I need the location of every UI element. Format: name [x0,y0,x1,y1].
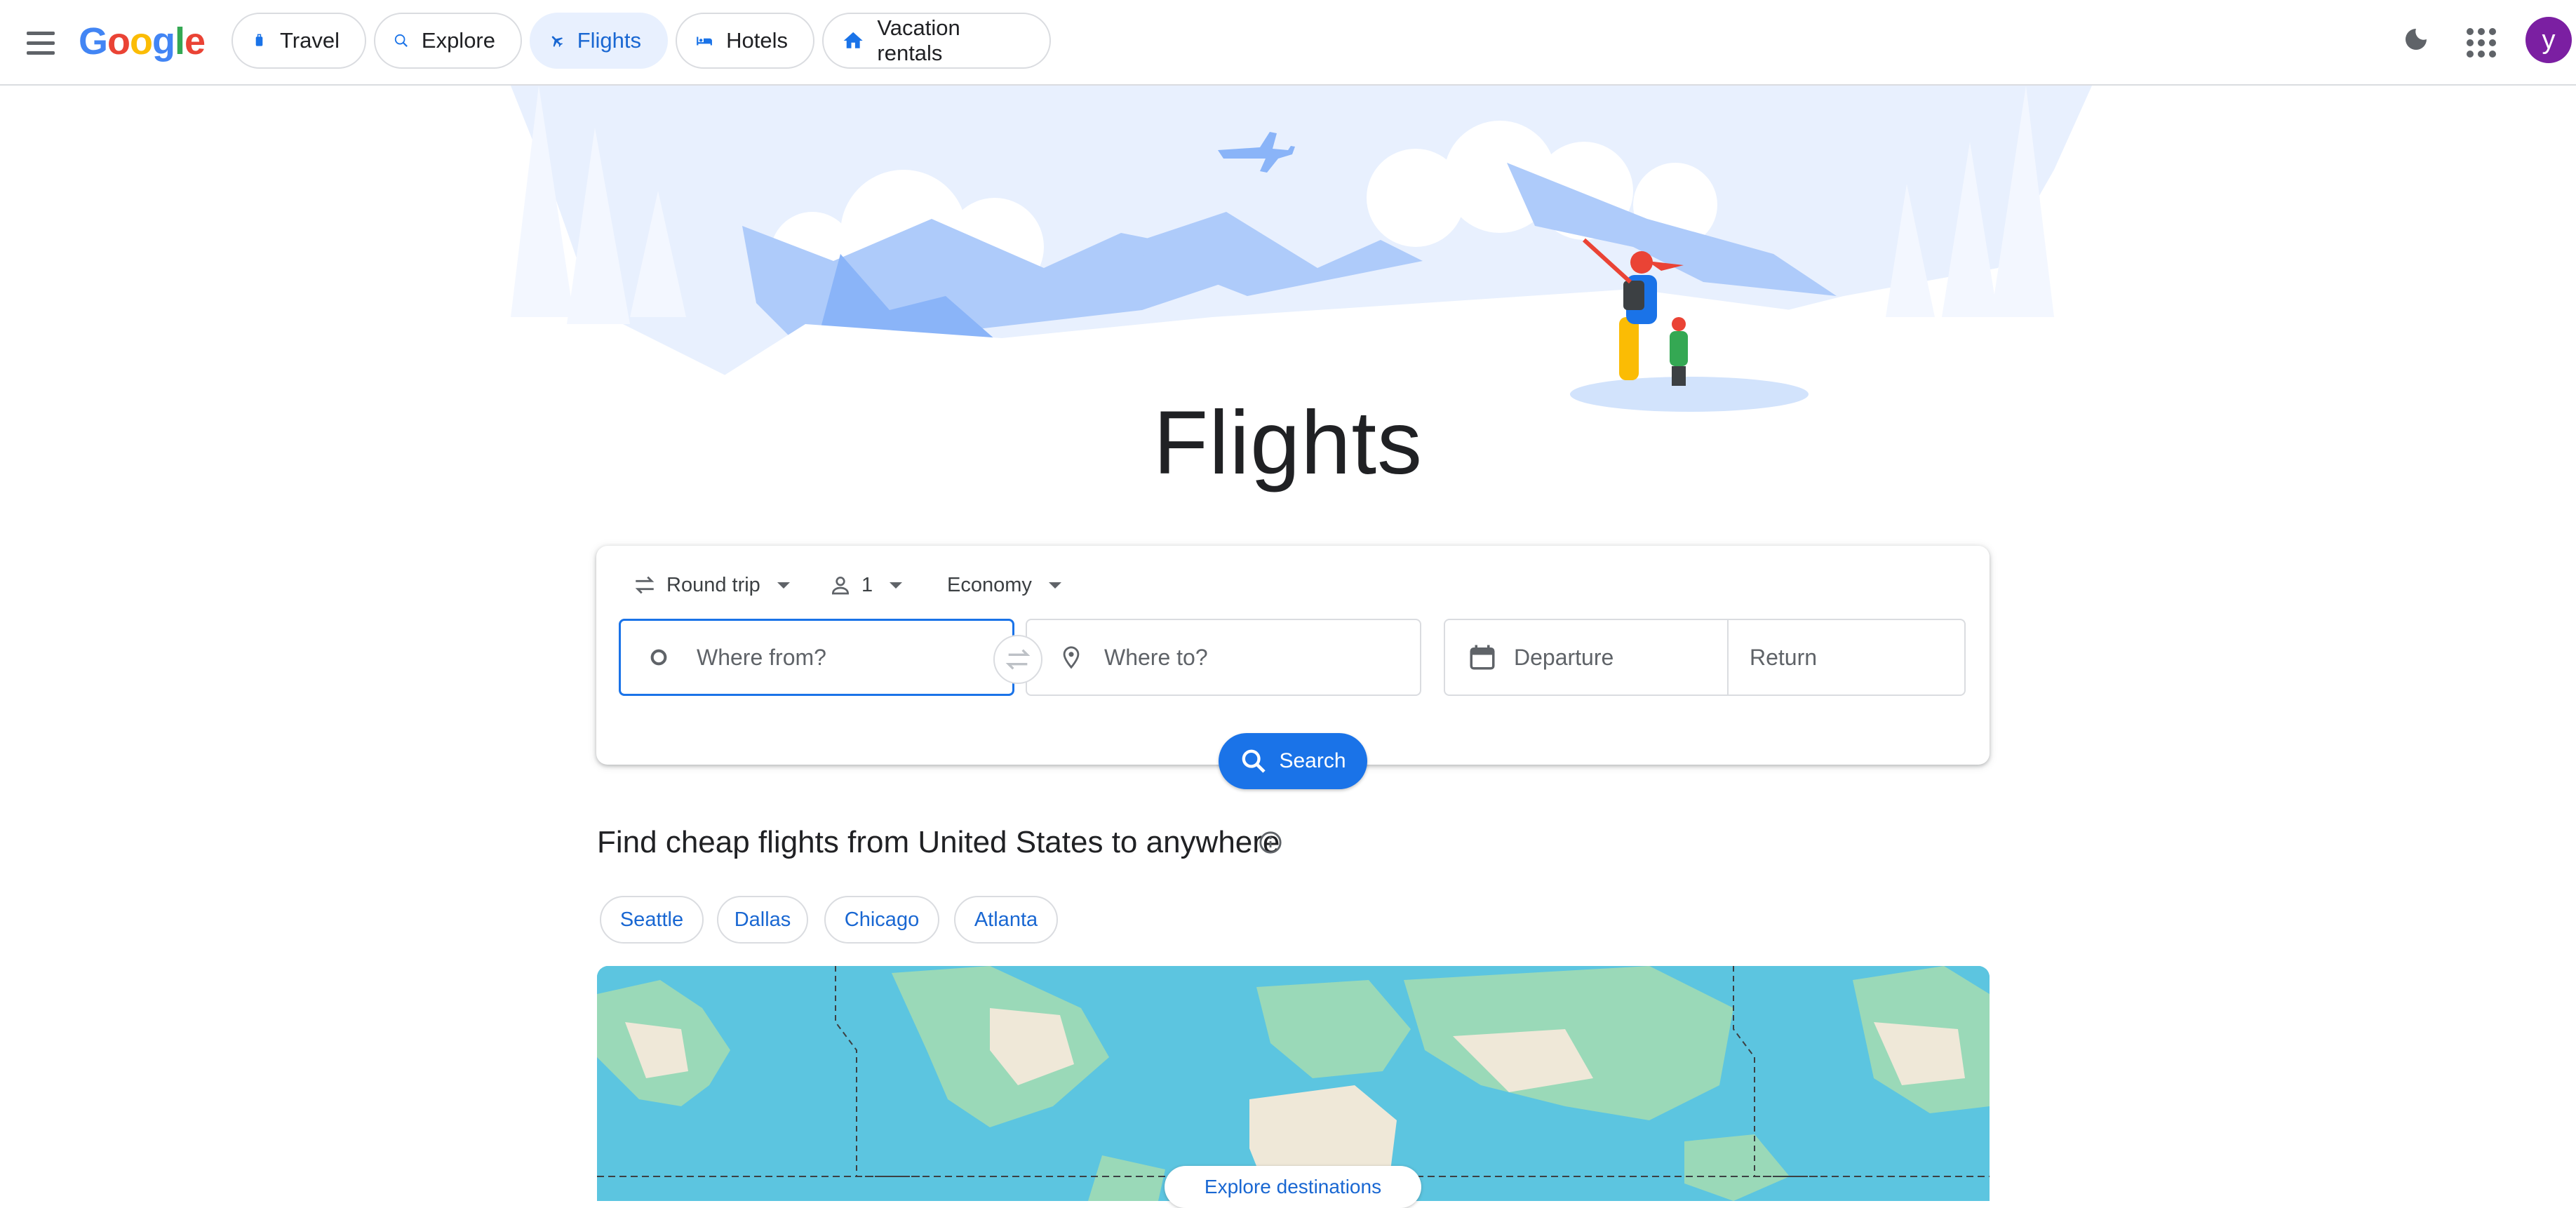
airplane-icon [551,36,563,47]
info-icon[interactable] [1259,831,1282,854]
cabin-class-select[interactable]: Economy [947,565,1061,605]
origin-placeholder: Where from? [697,644,826,670]
luggage-icon [255,34,263,46]
search-button-label: Search [1279,749,1346,772]
location-pin-icon [1063,646,1080,669]
nav-explore-label: Explore [421,28,495,53]
return-placeholder: Return [1750,644,1818,670]
search-icon [1242,749,1266,773]
nav-hotels[interactable]: Hotels [676,13,814,69]
explore-icon [394,34,408,47]
city-chip-chicago[interactable]: Chicago [824,896,939,944]
departure-date-field[interactable]: Departure [1445,620,1729,694]
cabin-class-value: Economy [947,573,1032,596]
nav-vacation-rentals[interactable]: Vacation rentals [822,13,1051,69]
nav-vacation-rentals-label: Vacation rentals [877,15,960,65]
top-app-bar: Google Travel Explore Flights Hotels Vac… [0,0,2576,86]
cheap-flights-heading: Find cheap flights from United States to… [597,825,1280,859]
person-icon [831,577,850,595]
departure-placeholder: Departure [1514,644,1614,670]
origin-input[interactable]: Where from? [619,619,1014,696]
destination-placeholder: Where to? [1104,644,1208,670]
nav-flights-label: Flights [577,28,641,53]
explore-destinations-button[interactable]: Explore destinations [1165,1166,1421,1208]
chevron-down-icon [777,582,790,589]
nav-travel-label: Travel [280,28,340,53]
swap-icon [1005,649,1031,670]
nav-hotels-label: Hotels [726,28,788,53]
city-chip-seattle[interactable]: Seattle [600,896,704,944]
google-logo[interactable]: Google [79,20,206,63]
trip-type-value: Round trip [666,573,760,596]
passenger-count: 1 [861,573,873,596]
bed-icon [697,36,712,46]
nav-travel[interactable]: Travel [232,13,366,69]
city-chip-atlanta[interactable]: Atlanta [954,896,1058,944]
main-menu-button[interactable] [21,24,60,63]
destination-input[interactable]: Where to? [1026,619,1421,696]
city-chip-dallas[interactable]: Dallas [717,896,808,944]
swap-locations-button[interactable] [993,635,1042,684]
google-apps-icon[interactable] [2464,25,2496,58]
house-icon [843,32,863,48]
trip-type-select[interactable]: Round trip [633,565,790,605]
account-avatar[interactable]: y [2525,17,2572,63]
flight-search-card: Round trip 1 Economy Where from? Where t… [596,546,1990,765]
chevron-down-icon [890,582,903,589]
calendar-icon [1470,645,1495,670]
passenger-select[interactable]: 1 [829,565,903,605]
date-range-input: Departure Return [1444,619,1966,696]
chevron-down-icon [1048,582,1061,589]
nav-flights[interactable]: Flights [530,13,668,69]
origin-circle-icon [650,649,667,666]
swap-arrows-icon [635,576,655,594]
nav-explore[interactable]: Explore [374,13,522,69]
return-date-field[interactable]: Return [1729,620,1964,694]
hero-illustration [511,86,2092,412]
dark-mode-icon[interactable] [2402,25,2430,53]
search-button[interactable]: Search [1219,733,1367,789]
page-title: Flights [1153,393,1423,493]
